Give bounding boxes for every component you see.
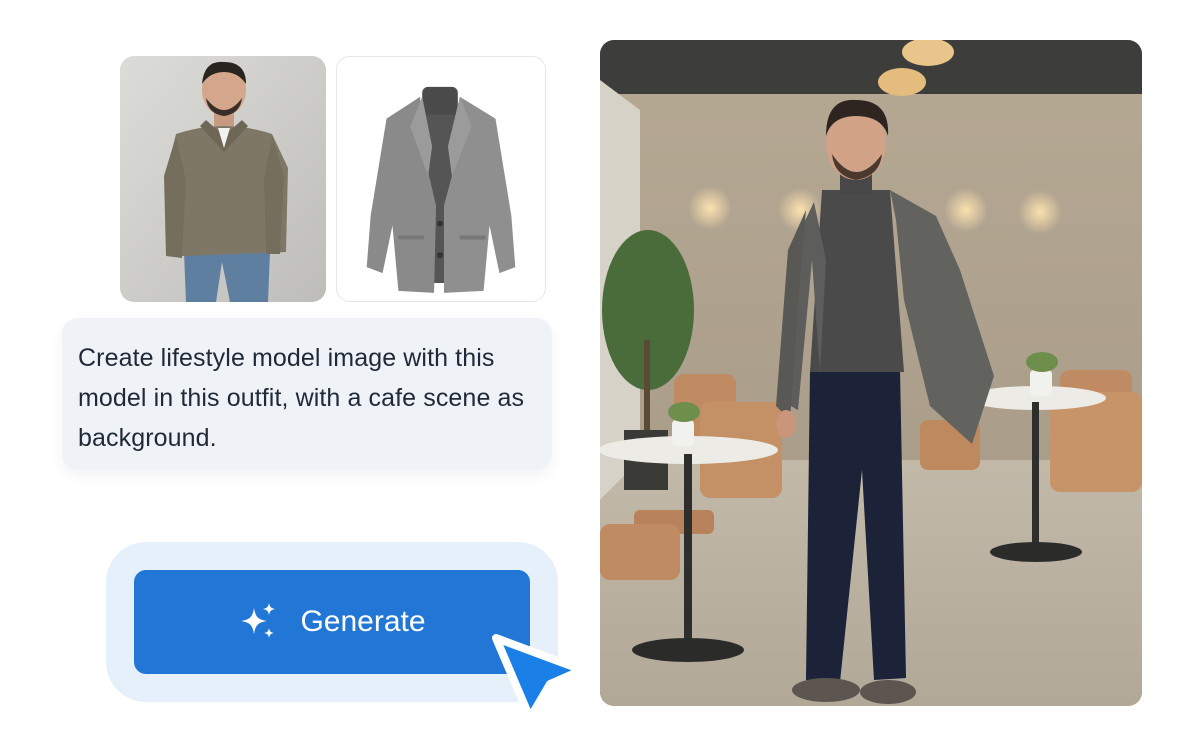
model-image-thumbnail[interactable] [120,56,326,302]
generate-button[interactable]: Generate [134,570,530,674]
model-photo [120,56,326,302]
prompt-box[interactable]: Create lifestyle model image with this m… [62,318,552,470]
generate-button-label: Generate [300,605,426,638]
cafe-scene-photo [600,40,1142,706]
sparkles-icon [241,603,276,638]
outfit-photo [337,57,545,301]
outfit-image-thumbnail[interactable] [336,56,546,302]
prompt-text: Create lifestyle model image with this m… [78,344,525,452]
generated-result-image[interactable] [600,40,1142,706]
pointer-cursor-icon [492,634,586,722]
